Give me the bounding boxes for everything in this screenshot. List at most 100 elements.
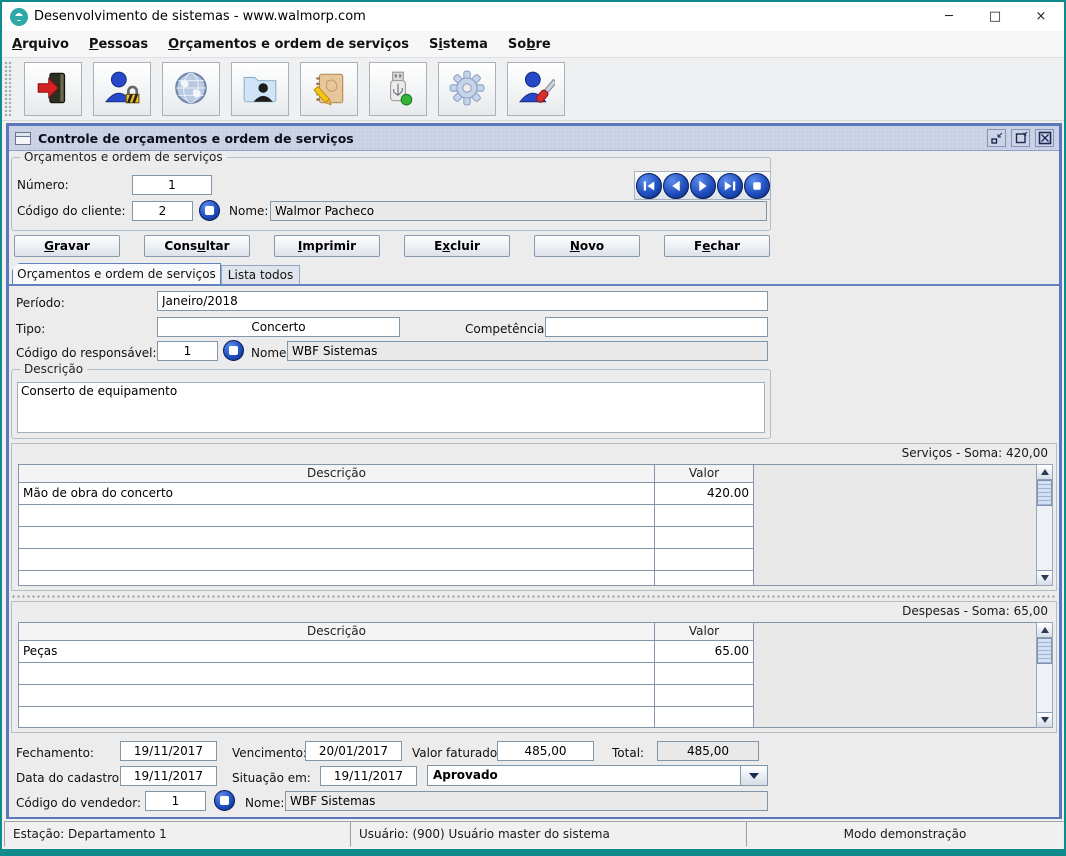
- expenses-panel: Despesas - Soma: 65,00 Descrição Valor P…: [11, 601, 1057, 733]
- excluir-button[interactable]: Excluir: [404, 235, 510, 257]
- status-user: Usuário: (900) Usuário master do sistema: [350, 821, 746, 847]
- notes-button[interactable]: [300, 62, 358, 116]
- imprimir-button[interactable]: Imprimir: [274, 235, 380, 257]
- tab-lista-todos[interactable]: Lista todos: [221, 265, 300, 284]
- menu-sistema[interactable]: Sistema: [419, 31, 498, 57]
- toolbar-grip-handle[interactable]: [4, 61, 13, 117]
- globe-icon: [172, 69, 210, 110]
- clients-folder-button[interactable]: [231, 62, 289, 116]
- expenses-table-header: Descrição Valor: [19, 623, 753, 641]
- responsavel-label: Código do responsável:: [16, 343, 157, 363]
- combobox-arrow-button[interactable]: [740, 766, 767, 785]
- arrow-down-icon: [1041, 717, 1049, 723]
- services-table: Descrição Valor Mão de obra do concerto4…: [18, 464, 754, 586]
- frame-close-button[interactable]: [1035, 129, 1054, 147]
- vendedor-nome-label: Nome:: [245, 793, 284, 813]
- table-row[interactable]: [19, 707, 753, 728]
- expenses-scrollbar[interactable]: [1036, 622, 1053, 728]
- user-maintenance-button[interactable]: [507, 62, 565, 116]
- descricao-textarea[interactable]: Conserto de equipamento: [17, 382, 765, 433]
- frame-minimize-button[interactable]: [987, 129, 1006, 147]
- toolbar: [2, 58, 1064, 121]
- table-row[interactable]: [19, 505, 753, 527]
- expenses-panel-title: Despesas - Soma: 65,00: [902, 604, 1048, 618]
- scrollbar-track[interactable]: [1037, 480, 1052, 570]
- frame-restore-button[interactable]: [1011, 129, 1030, 147]
- periodo-label: Período:: [16, 293, 65, 313]
- numero-input[interactable]: [132, 175, 212, 195]
- scrollbar-thumb[interactable]: [1037, 480, 1052, 506]
- competencia-label: Competência:: [465, 319, 548, 339]
- cliente-lookup-button[interactable]: [199, 200, 220, 221]
- total-label: Total:: [612, 743, 644, 763]
- vendedor-lookup-button[interactable]: [214, 790, 235, 811]
- responsavel-lookup-button[interactable]: [223, 340, 244, 361]
- backup-button[interactable]: [369, 62, 427, 116]
- nav-last-button[interactable]: [717, 173, 743, 199]
- vencimento-input[interactable]: [305, 741, 402, 761]
- table-row[interactable]: Peças65.00: [19, 641, 753, 663]
- web-button[interactable]: [162, 62, 220, 116]
- cliente-code-input[interactable]: [132, 201, 193, 221]
- services-scrollbar[interactable]: [1036, 464, 1053, 586]
- scroll-down-button[interactable]: [1037, 570, 1052, 585]
- table-row[interactable]: [19, 549, 753, 571]
- scroll-up-button[interactable]: [1037, 465, 1052, 480]
- cliente-nome-label: Nome:: [229, 201, 268, 221]
- menubar: Arquivo Pessoas Orçamentos e ordem de se…: [2, 31, 1064, 58]
- responsavel-nome-field: [287, 341, 768, 361]
- data-cadastro-input[interactable]: [120, 766, 217, 786]
- settings-button[interactable]: [438, 62, 496, 116]
- gear-icon: [448, 69, 486, 110]
- nav-previous-button[interactable]: [663, 173, 689, 199]
- close-button[interactable]: ×: [1018, 2, 1064, 31]
- menu-sobre[interactable]: Sobre: [498, 31, 561, 57]
- scrollbar-track[interactable]: [1037, 638, 1052, 712]
- novo-button[interactable]: Novo: [534, 235, 640, 257]
- tipo-input[interactable]: [157, 317, 400, 337]
- nav-first-button[interactable]: [636, 173, 662, 199]
- vendedor-code-input[interactable]: [145, 791, 206, 811]
- consultar-button[interactable]: Consultar: [144, 235, 250, 257]
- situacao-combobox[interactable]: Aprovado: [427, 765, 768, 786]
- scrollbar-thumb[interactable]: [1037, 638, 1052, 664]
- scroll-down-button[interactable]: [1037, 712, 1052, 727]
- fechamento-input[interactable]: [120, 741, 217, 761]
- vendedor-label: Código do vendedor:: [16, 793, 141, 813]
- valor-faturado-label: Valor faturado:: [412, 743, 501, 763]
- os-titlebar[interactable]: Desenvolvimento de sistemas - www.walmor…: [2, 2, 1064, 31]
- table-row[interactable]: [19, 571, 753, 586]
- services-col-descricao: Descrição: [19, 465, 655, 482]
- situacao-data-input[interactable]: [320, 766, 417, 786]
- table-row[interactable]: [19, 685, 753, 707]
- internal-frame-titlebar[interactable]: Controle de orçamentos e ordem de serviç…: [9, 126, 1059, 151]
- split-divider-handle[interactable]: [11, 594, 1057, 599]
- gravar-button[interactable]: Gravar: [14, 235, 120, 257]
- vendedor-nome-field: [285, 791, 768, 811]
- user-permissions-button[interactable]: [93, 62, 151, 116]
- app-logo-icon: [10, 8, 28, 26]
- fechar-button[interactable]: Fechar: [664, 235, 770, 257]
- minimize-button[interactable]: ─: [926, 2, 972, 31]
- nav-stop-button[interactable]: [744, 173, 770, 199]
- scroll-up-button[interactable]: [1037, 623, 1052, 638]
- descricao-groupbox: Descrição Conserto de equipamento: [11, 369, 771, 439]
- cliente-label: Código do cliente:: [17, 201, 126, 221]
- menu-arquivo[interactable]: Arquivo: [2, 31, 79, 57]
- table-row[interactable]: [19, 527, 753, 549]
- table-row[interactable]: [19, 663, 753, 685]
- periodo-input[interactable]: [157, 291, 768, 311]
- menu-pessoas[interactable]: Pessoas: [79, 31, 158, 57]
- exit-button[interactable]: [24, 62, 82, 116]
- table-row[interactable]: Mão de obra do concerto420.00: [19, 483, 753, 505]
- tab-orcamentos[interactable]: Orçamentos e ordem de serviços: [12, 263, 221, 284]
- expenses-table-empty-area: [754, 622, 1036, 728]
- competencia-input[interactable]: [545, 317, 768, 337]
- responsavel-code-input[interactable]: [157, 341, 218, 361]
- fechamento-label: Fechamento:: [16, 743, 94, 763]
- menu-orcamentos[interactable]: Orçamentos e ordem de serviços: [158, 31, 419, 57]
- maximize-button[interactable]: □: [972, 2, 1018, 31]
- valor-faturado-input[interactable]: [497, 741, 594, 761]
- lookup-icon: [205, 206, 214, 215]
- nav-next-button[interactable]: [690, 173, 716, 199]
